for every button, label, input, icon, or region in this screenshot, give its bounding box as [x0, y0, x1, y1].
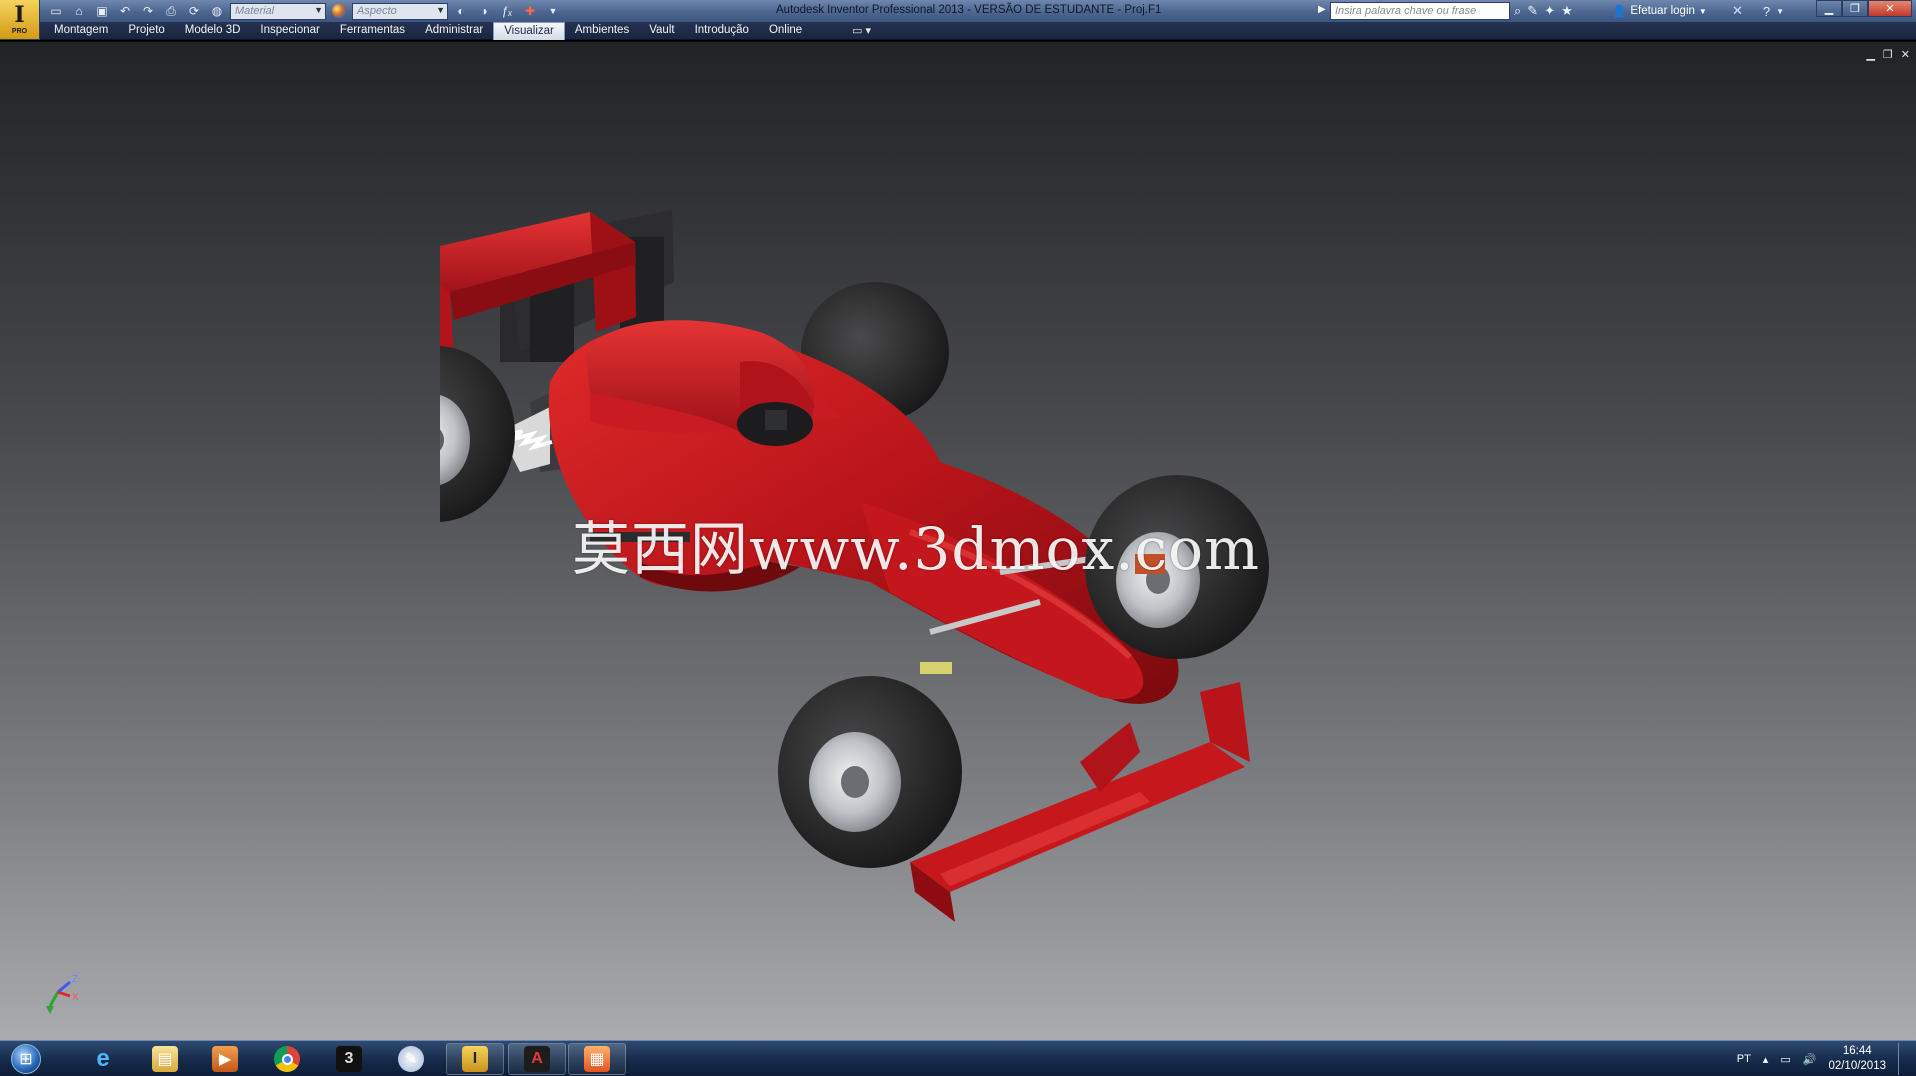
- tab-visualizar[interactable]: Visualizar: [493, 22, 565, 40]
- doc-close-icon[interactable]: ✕: [1901, 48, 1910, 61]
- window-controls: ▁ ❐ ✕: [1816, 0, 1912, 17]
- clear-appearance-icon[interactable]: ◑: [474, 2, 494, 20]
- login-label: Efetuar login: [1630, 5, 1695, 17]
- chrome-icon[interactable]: [258, 1043, 316, 1075]
- taskbar: ⊞ e ▤ ▶ 3 ✎ I A ▦ PT ▴ ▭ 🔊 16:44 02/10/2…: [0, 1040, 1916, 1076]
- start-button[interactable]: ⊞: [4, 1042, 48, 1076]
- internet-explorer-icon[interactable]: e: [74, 1043, 132, 1075]
- clock[interactable]: 16:44 02/10/2013: [1828, 1044, 1886, 1074]
- chevron-down-icon[interactable]: ▼: [1776, 7, 1784, 16]
- tab-inspecionar[interactable]: Inspecionar: [250, 22, 329, 40]
- measure-icon[interactable]: ✚: [520, 2, 540, 20]
- show-desktop-button[interactable]: [1898, 1043, 1908, 1075]
- windows-logo-icon: ⊞: [11, 1044, 41, 1074]
- tab-projeto[interactable]: Projeto: [118, 22, 174, 40]
- front-wing: [910, 682, 1250, 922]
- close-icon[interactable]: ✕: [1868, 0, 1912, 17]
- tab-online[interactable]: Online: [759, 22, 812, 40]
- volume-icon[interactable]: 🔊: [1803, 1053, 1817, 1066]
- network-icon[interactable]: ▭: [1780, 1053, 1790, 1066]
- pro-badge: PRO: [11, 28, 28, 35]
- tab-introdu-o[interactable]: Introdução: [685, 22, 759, 40]
- chevron-down-icon: ▼: [314, 4, 323, 15]
- binoculars-search-icon[interactable]: ⌕: [1514, 3, 1521, 19]
- material-select-value: Material: [235, 5, 275, 17]
- tab-modelo-3d[interactable]: Modelo 3D: [175, 22, 251, 40]
- communication-center-icon[interactable]: ✦: [1544, 3, 1555, 19]
- parameters-icon[interactable]: ƒₓ: [497, 2, 517, 20]
- tab-montagem[interactable]: Montagem: [44, 22, 118, 40]
- search-expand-icon[interactable]: ▶: [1318, 4, 1326, 15]
- chevron-down-icon: ▼: [1698, 6, 1707, 16]
- subscription-icon[interactable]: ✎: [1527, 3, 1538, 19]
- update-icon[interactable]: ⟳: [184, 2, 204, 20]
- watermark-text: 莫西网www.3dmox.com: [572, 515, 1260, 583]
- help-tools: ✕ ? ▼: [1732, 2, 1784, 20]
- view-triad[interactable]: Z X: [40, 970, 90, 1020]
- doc-restore-icon[interactable]: ❐: [1883, 48, 1893, 61]
- office-app-taskbar-icon[interactable]: ▦: [568, 1043, 626, 1075]
- redo-icon[interactable]: ↷: [138, 2, 158, 20]
- system-tray: PT ▴ ▭ 🔊 16:44 02/10/2013: [1737, 1043, 1908, 1075]
- graphics-viewport[interactable]: ▁ ❐ ✕ 莫西网www.3dmox.com Z X: [0, 41, 1916, 1040]
- doc-minimize-icon[interactable]: ▁: [1866, 48, 1874, 61]
- infocenter-tools: ⌕ ✎ ✦ ★: [1514, 2, 1573, 20]
- tab-administrar[interactable]: Administrar: [415, 22, 493, 40]
- appearance-select-value: Aspecto: [357, 5, 397, 17]
- user-icon: 👤: [1612, 6, 1627, 18]
- tab-ferramentas[interactable]: Ferramentas: [330, 22, 415, 40]
- ribbon-tab-bar: Montagem Projeto Modelo 3D Inspecionar Ferra…: [0, 22, 1916, 40]
- login-button[interactable]: 👤 Efetuar login ▼: [1612, 4, 1707, 18]
- undo-icon[interactable]: ↶: [115, 2, 135, 20]
- ribbon-tabs: Montagem Projeto Modelo 3D Inspecionar Ferra…: [44, 22, 812, 40]
- triad-x-label: X: [72, 992, 79, 1003]
- clock-date: 02/10/2013: [1828, 1060, 1886, 1072]
- quick-access-toolbar: ▭ ⌂ ▣ ↶ ↷ ⎙ ⟳ ◍ Material ▼ Aspecto ▼ ◐ ◑…: [46, 1, 563, 21]
- document-window-controls: ▁ ❐ ✕: [1866, 48, 1910, 61]
- appearance-ball-icon[interactable]: [329, 2, 349, 20]
- save-icon[interactable]: ▣: [92, 2, 112, 20]
- tab-vault[interactable]: Vault: [639, 22, 684, 40]
- title-bar: I PRO ▭ ⌂ ▣ ↶ ↷ ⎙ ⟳ ◍ Material ▼ Aspecto…: [0, 0, 1916, 40]
- minimize-icon[interactable]: ▁: [1816, 0, 1842, 17]
- appearance-select[interactable]: Aspecto ▼: [352, 2, 448, 20]
- help-icon[interactable]: ?: [1763, 4, 1770, 19]
- autocad-taskbar-icon[interactable]: A: [508, 1043, 566, 1075]
- maximize-icon[interactable]: ❐: [1842, 0, 1868, 17]
- language-indicator[interactable]: PT: [1737, 1053, 1751, 1065]
- file-explorer-icon[interactable]: ▤: [136, 1043, 194, 1075]
- chevron-down-icon: ▼: [436, 4, 445, 15]
- triad-z-label: Z: [72, 974, 78, 985]
- show-hidden-icons-icon[interactable]: ▴: [1763, 1053, 1769, 1066]
- media-player-icon[interactable]: ▶: [196, 1043, 254, 1075]
- new-file-icon[interactable]: ▭: [46, 2, 66, 20]
- help-search-input[interactable]: Insira palavra chave ou frase: [1330, 2, 1510, 20]
- inventor-taskbar-icon[interactable]: I: [446, 1043, 504, 1075]
- inventor-logo-icon: I: [14, 2, 25, 28]
- material-select[interactable]: Material ▼: [230, 2, 326, 20]
- material-browser-icon[interactable]: ◍: [207, 2, 227, 20]
- paint-app-icon[interactable]: ✎: [382, 1043, 440, 1075]
- clock-time: 16:44: [1842, 1045, 1872, 1057]
- window-title: Autodesk Inventor Professional 2013 - VE…: [776, 4, 1162, 16]
- 3ds-max-icon[interactable]: 3: [320, 1043, 378, 1075]
- ribbon-display-options-icon[interactable]: ▭ ▾: [852, 24, 871, 37]
- tab-ambientes[interactable]: Ambientes: [565, 22, 639, 40]
- print-icon[interactable]: ⎙: [161, 2, 181, 20]
- customize-toolbar-icon[interactable]: ▼: [543, 2, 563, 20]
- exchange-apps-icon[interactable]: ✕: [1732, 3, 1743, 19]
- application-menu-button[interactable]: I PRO: [0, 0, 40, 40]
- appearance-adjust-icon[interactable]: ◐: [451, 2, 471, 20]
- front-left-wheel: [778, 676, 962, 868]
- rear-left-wheel: [440, 346, 515, 522]
- open-file-icon[interactable]: ⌂: [69, 2, 89, 20]
- favorites-star-icon[interactable]: ★: [1561, 3, 1573, 19]
